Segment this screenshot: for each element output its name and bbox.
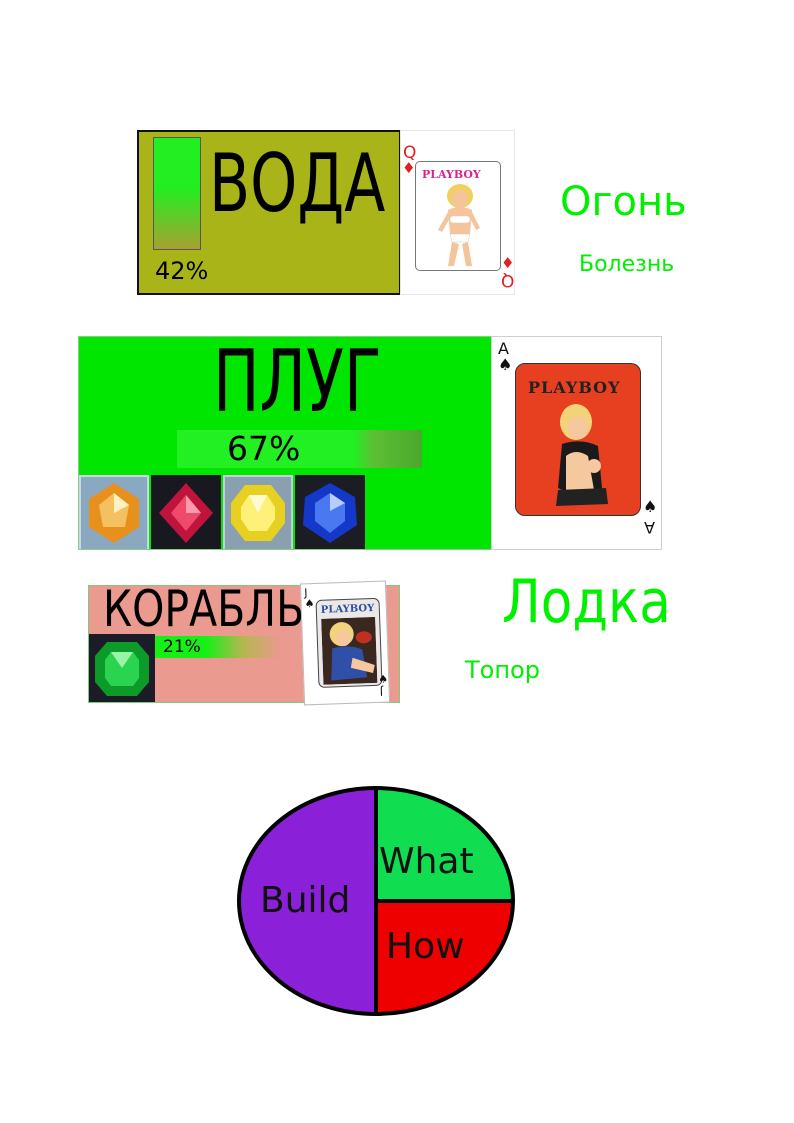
card-rank-bottom: A — [644, 518, 655, 537]
word-bolezn: Болезнь — [579, 252, 675, 277]
magazine-cover-illustration: PLAYBOY — [515, 363, 641, 516]
card-brand: PLAYBOY — [422, 168, 481, 181]
card-brand: PLAYBOY — [528, 378, 621, 397]
orange-gem-icon — [79, 475, 149, 549]
green-gem-icon — [89, 634, 155, 702]
word-lodka: Лодка — [502, 567, 671, 637]
progress-percent: 42% — [155, 257, 209, 285]
playing-card-jack: J ♠ PLAYBOY ♠ J — [299, 580, 391, 706]
panel-title: ПЛУГ — [213, 336, 382, 432]
card-brand: PLAYBOY — [320, 602, 375, 616]
red-gem-icon — [151, 475, 221, 549]
spade-suit-icon: ♠ — [304, 597, 315, 611]
magazine-cover-illustration: PLAYBOY — [315, 597, 383, 688]
diamond-suit-icon-bottom: ♦ — [501, 254, 515, 272]
spade-suit-icon-bottom: ♠ — [378, 672, 389, 686]
yellow-gem-icon — [223, 475, 293, 549]
card-rank-bottom: J — [379, 684, 384, 698]
progress-percent: 67% — [227, 429, 301, 468]
playing-card-queen: Q ♦ PLAYBOY ♦ Q — [400, 130, 515, 295]
word-ogon: Огонь — [560, 179, 687, 225]
spade-suit-icon-bottom: ♠ — [643, 497, 658, 516]
blue-gem-icon — [295, 475, 365, 549]
resource-panel-voda: ВОДА 42% — [137, 130, 401, 295]
progress-bar — [153, 137, 201, 250]
resource-panel-plug: ПЛУГ 67% — [78, 336, 492, 550]
pinup-figure-icon — [556, 404, 608, 506]
panel-title: КОРАБЛЬ — [103, 585, 305, 638]
panel-title: ВОДА — [209, 137, 386, 230]
playing-card-ace: A ♠ PLAYBOY ♠ A — [491, 336, 662, 550]
spade-suit-icon: ♠ — [498, 355, 513, 374]
progress-percent: 21% — [163, 637, 201, 657]
word-topor: Топор — [465, 656, 540, 684]
card-rank-bottom: Q — [501, 270, 515, 290]
pinup-figure-icon — [321, 616, 378, 685]
pie-label-how: How — [386, 926, 465, 967]
diamond-suit-icon: ♦ — [402, 159, 416, 177]
pie-label-what: What — [379, 841, 474, 882]
pie-label-build: Build — [260, 880, 350, 921]
pie-diagram: Build What How — [237, 786, 515, 1016]
pinup-figure-icon — [438, 184, 480, 266]
pinup-illustration: PLAYBOY — [415, 161, 501, 271]
